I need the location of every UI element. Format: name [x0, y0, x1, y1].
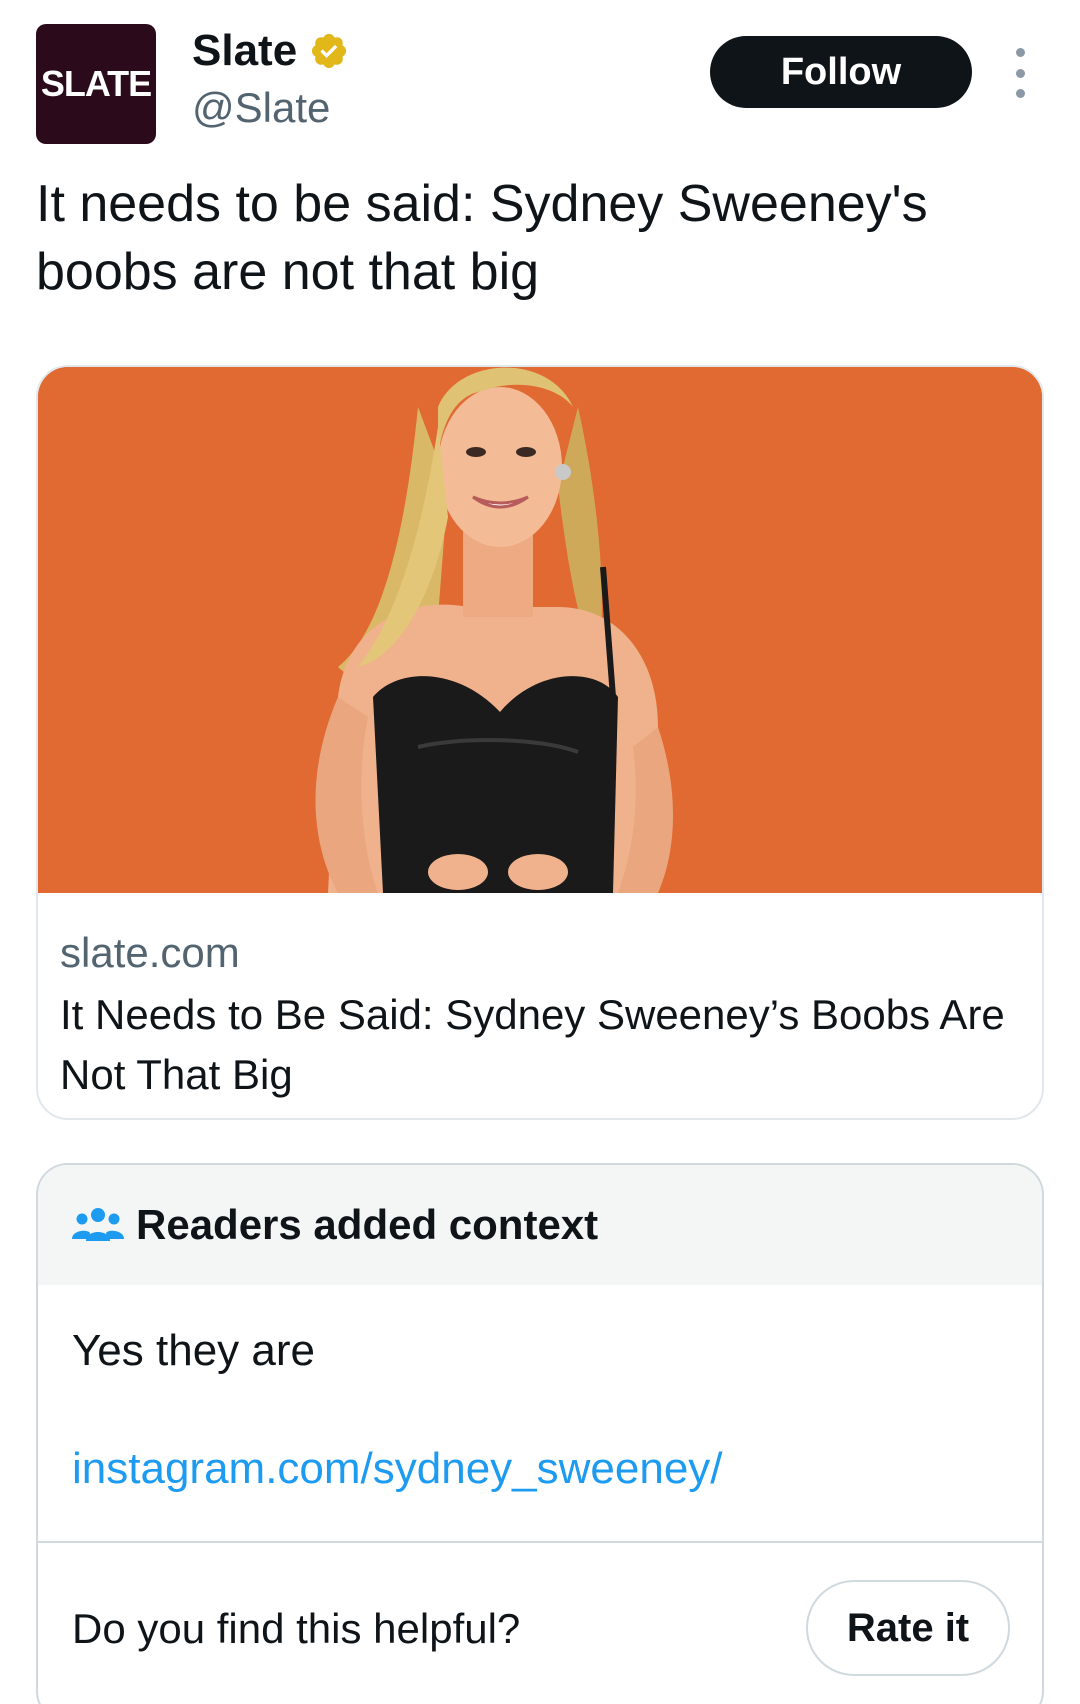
people-group-icon — [72, 1208, 124, 1241]
woman-photo-illustration — [38, 367, 1042, 893]
community-note: Readers added context Yes they are insta… — [36, 1163, 1044, 1704]
rate-it-button[interactable]: Rate it — [806, 1580, 1010, 1676]
follow-button[interactable]: Follow — [710, 36, 972, 108]
link-preview-image[interactable] — [38, 367, 1042, 893]
more-dot — [1015, 48, 1025, 57]
more-options-icon[interactable] — [1002, 48, 1038, 98]
avatar-logo-text: SLATE — [40, 63, 152, 104]
author-name-row[interactable]: Slate — [192, 26, 349, 76]
tweet-text: It needs to be said: Sydney Sweeney's bo… — [36, 175, 928, 301]
note-source-link[interactable]: instagram.com/sydney_sweeney/ — [72, 1441, 1008, 1497]
tweet-page: SLATE Slate @Slate Follow It needs to be… — [0, 0, 1080, 1704]
note-text: Yes they are — [72, 1326, 315, 1375]
link-title: It Needs to Be Said: Sydney Sweeney’s Bo… — [60, 991, 1005, 1098]
verified-badge-icon — [312, 33, 347, 69]
note-divider — [38, 1541, 1042, 1543]
author-display-name[interactable]: Slate — [192, 26, 297, 76]
more-dot — [1015, 89, 1025, 98]
link-domain: slate.com — [60, 929, 240, 976]
link-preview-meta[interactable]: slate.com It Needs to Be Said: Sydney Sw… — [38, 893, 1042, 1105]
note-body: Yes they are instagram.com/sydney_sweene… — [38, 1285, 1042, 1497]
more-dot — [1015, 68, 1025, 78]
helpful-prompt: Do you find this helpful? — [72, 1605, 521, 1652]
author-handle[interactable]: @Slate — [192, 84, 330, 132]
link-preview-card[interactable]: slate.com It Needs to Be Said: Sydney Sw… — [36, 365, 1044, 1120]
note-header[interactable]: Readers added context — [38, 1165, 1042, 1285]
author-avatar[interactable]: SLATE — [36, 24, 156, 144]
note-title: Readers added context — [136, 1201, 599, 1248]
